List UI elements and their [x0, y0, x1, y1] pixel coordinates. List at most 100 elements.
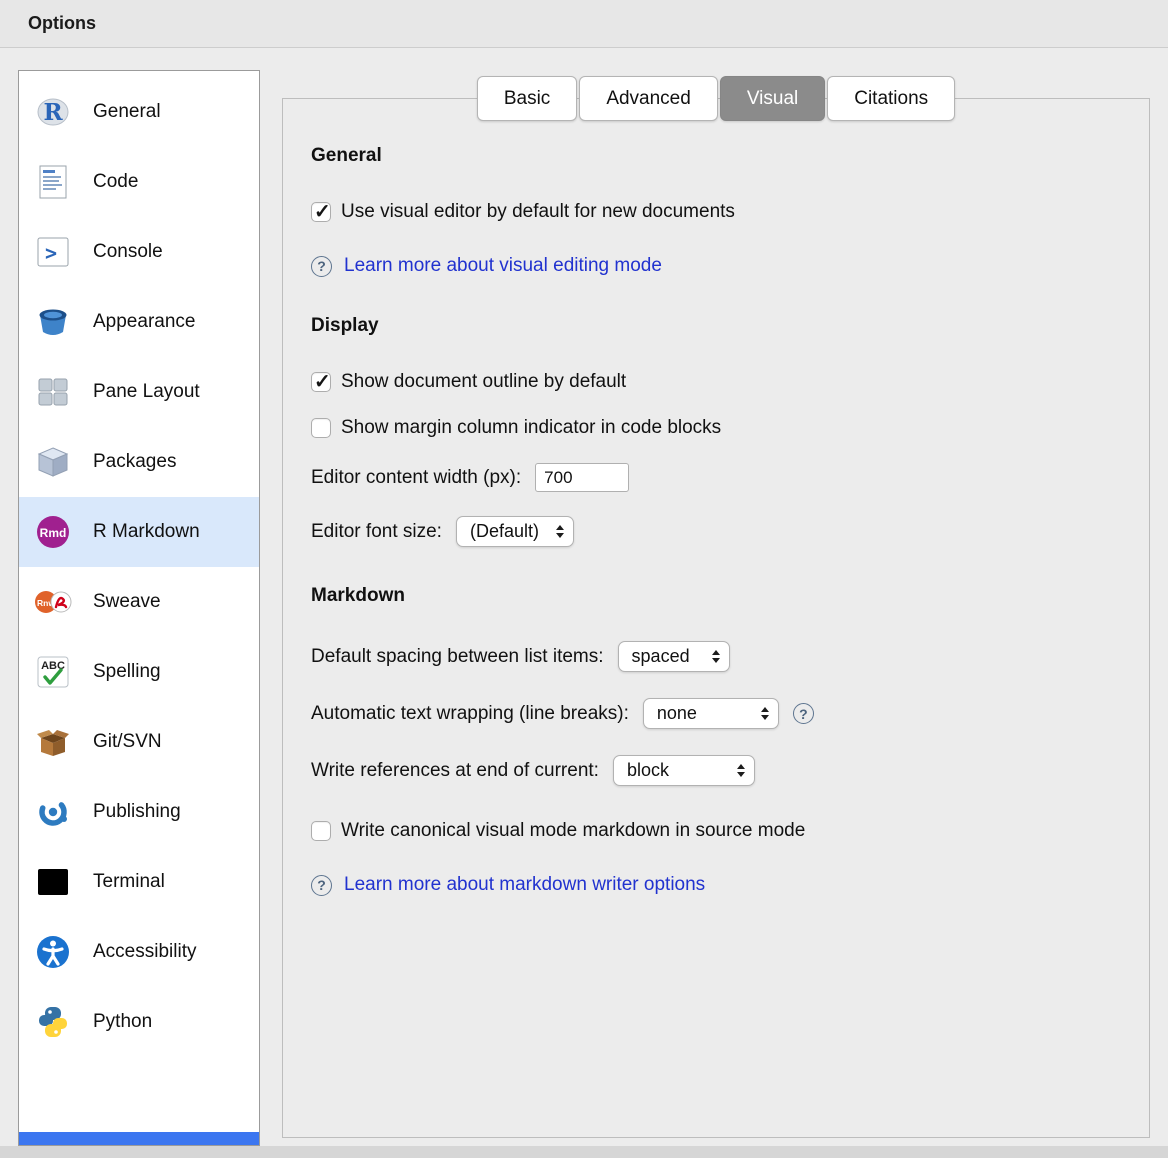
visual-editing-help-row: Learn more about visual editing mode	[311, 255, 1119, 277]
console-icon: >	[31, 232, 75, 272]
window-bottom-edge	[0, 1146, 1168, 1158]
content-width-input[interactable]	[535, 463, 629, 492]
text-wrapping-help-icon[interactable]	[793, 703, 814, 724]
tab-basic[interactable]: Basic	[477, 76, 577, 121]
font-size-row: Editor font size: (Default)	[311, 516, 1119, 547]
canonical-markdown-row: Write canonical visual mode markdown in …	[311, 820, 1119, 842]
text-wrapping-value: none	[657, 703, 697, 724]
text-wrapping-label: Automatic text wrapping (line breaks):	[311, 703, 629, 725]
learn-markdown-writer-link[interactable]: Learn more about markdown writer options	[344, 874, 705, 896]
references-value: block	[627, 760, 669, 781]
stepper-arrows-icon	[761, 703, 769, 724]
help-icon	[311, 256, 332, 277]
tab-label: Basic	[504, 88, 550, 110]
sidebar-item-list: R General Code > Console Appearance	[19, 71, 259, 1132]
sidebar-item-git-svn[interactable]: Git/SVN	[19, 707, 259, 777]
show-outline-row: Show document outline by default	[311, 371, 1119, 393]
sidebar-item-packages[interactable]: Packages	[19, 427, 259, 497]
text-wrapping-select[interactable]: none	[643, 698, 779, 729]
svg-text:Rmd: Rmd	[40, 526, 67, 540]
list-spacing-row: Default spacing between list items: spac…	[311, 641, 1119, 672]
show-outline-checkbox[interactable]	[311, 372, 331, 392]
publishing-icon	[31, 792, 75, 832]
accessibility-icon	[31, 932, 75, 972]
sidebar-item-appearance[interactable]: Appearance	[19, 287, 259, 357]
sidebar-item-sweave[interactable]: Rnw Sweave	[19, 567, 259, 637]
git-svn-box-icon	[31, 722, 75, 762]
show-outline-label: Show document outline by default	[341, 371, 626, 393]
sidebar-item-accessibility[interactable]: Accessibility	[19, 917, 259, 987]
font-size-value: (Default)	[470, 521, 539, 542]
package-cube-icon	[31, 442, 75, 482]
font-size-label: Editor font size:	[311, 521, 442, 543]
section-heading-markdown: Markdown	[311, 585, 1119, 607]
tab-visual[interactable]: Visual	[720, 76, 825, 121]
stepper-arrows-icon	[737, 760, 745, 781]
visual-tab-content: General Use visual editor by default for…	[283, 99, 1149, 896]
sidebar-bottom-accent-bar	[19, 1132, 259, 1145]
stepper-arrows-icon	[712, 646, 720, 667]
sidebar-item-general[interactable]: R General	[19, 77, 259, 147]
help-icon	[311, 875, 332, 896]
sidebar-item-terminal[interactable]: Terminal	[19, 847, 259, 917]
window-title: Options	[28, 13, 96, 34]
sidebar-item-label: Spelling	[93, 661, 161, 683]
use-visual-editor-row: Use visual editor by default for new doc…	[311, 201, 1119, 223]
sidebar-item-label: Packages	[93, 451, 176, 473]
tab-citations[interactable]: Citations	[827, 76, 955, 121]
references-label: Write references at end of current:	[311, 760, 599, 782]
tab-label: Citations	[854, 88, 928, 110]
stepper-arrows-icon	[556, 521, 564, 542]
text-wrapping-row: Automatic text wrapping (line breaks): n…	[311, 698, 1119, 729]
paint-bucket-icon	[31, 302, 75, 342]
sidebar-item-label: R Markdown	[93, 521, 200, 543]
sidebar-item-python[interactable]: Python	[19, 987, 259, 1057]
canonical-markdown-checkbox[interactable]	[311, 821, 331, 841]
sidebar-item-label: Accessibility	[93, 941, 196, 963]
sidebar-item-label: Appearance	[93, 311, 195, 333]
references-row: Write references at end of current: bloc…	[311, 755, 1119, 786]
tab-label: Advanced	[606, 88, 691, 110]
sweave-icon: Rnw	[31, 582, 75, 622]
sidebar-item-code[interactable]: Code	[19, 147, 259, 217]
rmarkdown-icon: Rmd	[31, 512, 75, 552]
use-visual-editor-checkbox[interactable]	[311, 202, 331, 222]
code-document-icon	[31, 162, 75, 202]
sidebar-item-console[interactable]: > Console	[19, 217, 259, 287]
section-heading-display: Display	[311, 315, 1119, 337]
sidebar-item-pane-layout[interactable]: Pane Layout	[19, 357, 259, 427]
sidebar-item-rmarkdown[interactable]: Rmd R Markdown	[19, 497, 259, 567]
font-size-select[interactable]: (Default)	[456, 516, 574, 547]
python-icon	[31, 1002, 75, 1042]
canonical-markdown-label: Write canonical visual mode markdown in …	[341, 820, 805, 842]
svg-text:R: R	[43, 99, 63, 126]
tab-bar: Basic Advanced Visual Citations	[283, 76, 1149, 121]
show-margin-row: Show margin column indicator in code blo…	[311, 417, 1119, 439]
content-width-row: Editor content width (px):	[311, 463, 1119, 492]
show-margin-checkbox[interactable]	[311, 418, 331, 438]
sidebar-item-label: Python	[93, 1011, 152, 1033]
rmarkdown-settings-panel: Basic Advanced Visual Citations General …	[282, 98, 1150, 1138]
learn-visual-editing-link[interactable]: Learn more about visual editing mode	[344, 255, 662, 277]
sidebar-item-label: General	[93, 101, 161, 123]
spelling-icon: ABC	[31, 652, 75, 692]
sidebar-item-spelling[interactable]: ABC Spelling	[19, 637, 259, 707]
window-titlebar: Options	[0, 0, 1168, 48]
sidebar-item-label: Git/SVN	[93, 731, 162, 753]
pane-layout-icon	[31, 372, 75, 412]
svg-text:>: >	[45, 241, 57, 265]
references-select[interactable]: block	[613, 755, 755, 786]
list-spacing-select[interactable]: spaced	[618, 641, 730, 672]
tab-advanced[interactable]: Advanced	[579, 76, 718, 121]
tab-label: Visual	[747, 88, 798, 110]
list-spacing-value: spaced	[632, 646, 690, 667]
options-sidebar: R General Code > Console Appearance	[18, 70, 260, 1146]
terminal-icon	[31, 862, 75, 902]
show-margin-label: Show margin column indicator in code blo…	[341, 417, 721, 439]
sidebar-item-label: Console	[93, 241, 163, 263]
content-width-label: Editor content width (px):	[311, 467, 521, 489]
sidebar-item-publishing[interactable]: Publishing	[19, 777, 259, 847]
r-logo-icon: R	[31, 92, 75, 132]
sidebar-item-label: Sweave	[93, 591, 161, 613]
list-spacing-label: Default spacing between list items:	[311, 646, 604, 668]
